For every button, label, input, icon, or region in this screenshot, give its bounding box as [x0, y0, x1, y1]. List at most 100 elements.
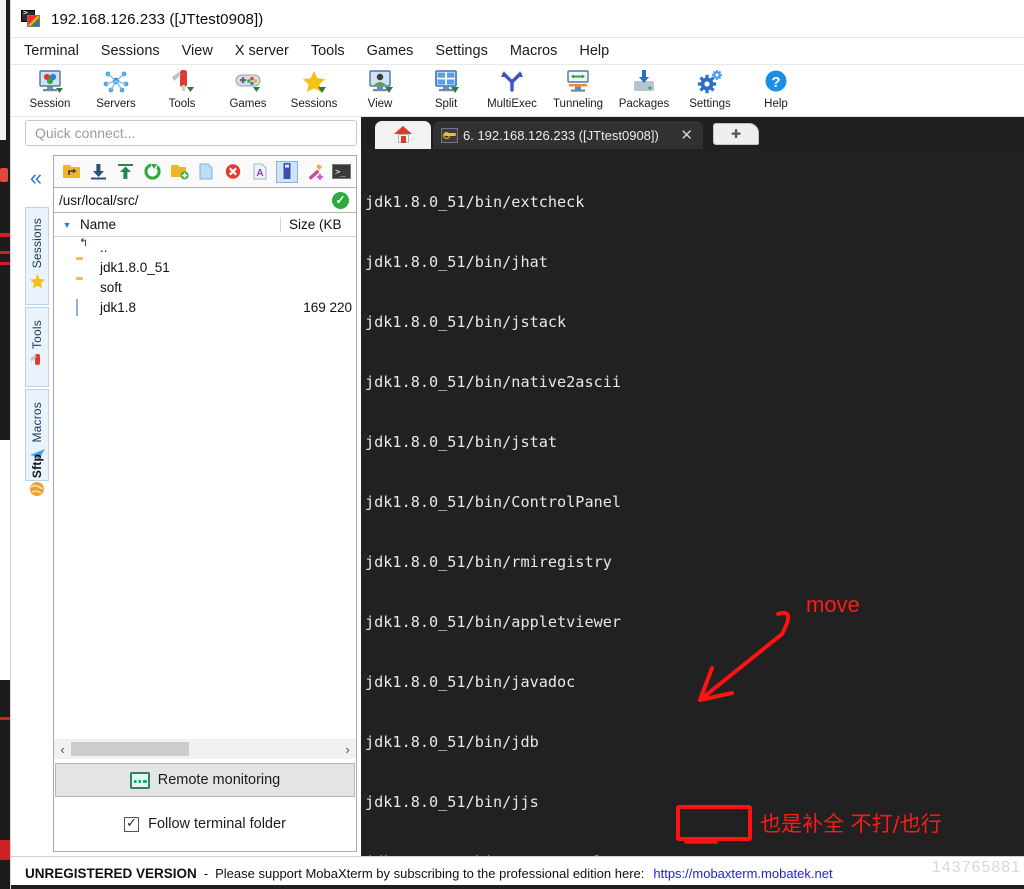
- view-icon: [366, 67, 394, 97]
- toolbar-button-settings[interactable]: Settings: [677, 65, 743, 117]
- svg-text:>_: >_: [335, 168, 346, 178]
- toolbar-label-settings: Settings: [689, 98, 731, 110]
- up-dir-icon: [76, 240, 94, 255]
- globe-icon: [29, 481, 45, 502]
- terminal-tab-active[interactable]: 6. 192.168.126.233 ([JTtest0908]) ✕: [433, 121, 703, 149]
- file-browser-path-bar[interactable]: /usr/local/src/ ✓: [54, 188, 356, 213]
- menu-macros[interactable]: Macros: [499, 38, 569, 64]
- new-file-icon[interactable]: [195, 161, 217, 183]
- sidebar-item-sftp[interactable]: Sftp: [25, 447, 49, 509]
- scroll-right-icon[interactable]: ›: [339, 742, 356, 757]
- toolbar-label-help: Help: [764, 98, 788, 110]
- left-sidebar-strip: « Sessions Tools Macros Sftp: [23, 155, 49, 500]
- star-icon: [29, 273, 46, 294]
- new-tab-button[interactable]: ✚: [713, 123, 759, 145]
- delete-icon[interactable]: [222, 161, 244, 183]
- menu-help[interactable]: Help: [568, 38, 620, 64]
- sftp-file-browser: A >_ /usr/local/src/ ✓ ▼ Name Size (KB .…: [53, 155, 357, 852]
- horizontal-scrollbar[interactable]: ‹ ›: [54, 739, 356, 759]
- quick-connect-field[interactable]: Quick connect...: [25, 120, 357, 146]
- key-icon: [441, 127, 458, 143]
- toolbar-label-view: View: [367, 98, 393, 110]
- toolbar-button-servers[interactable]: Servers: [83, 65, 149, 117]
- file-name: jdk1.8.0_51: [100, 259, 170, 275]
- follow-terminal-folder-row[interactable]: Follow terminal folder: [54, 809, 356, 839]
- mobaxterm-window: 192.168.126.233 ([JTtest0908]) Terminal …: [10, 0, 1024, 889]
- menu-bar: Terminal Sessions View X server Tools Ga…: [11, 38, 1024, 64]
- sidebar-item-sessions[interactable]: Sessions: [25, 207, 49, 305]
- scroll-left-icon[interactable]: ‹: [54, 742, 71, 757]
- menu-settings[interactable]: Settings: [424, 38, 498, 64]
- refresh-icon[interactable]: [141, 161, 163, 183]
- menu-view[interactable]: View: [171, 38, 224, 64]
- toolbar-label-session: Session: [29, 98, 71, 110]
- terminal-icon[interactable]: >_: [330, 161, 352, 183]
- toolbar-button-tools[interactable]: Tools: [149, 65, 215, 117]
- background-accent-1: [0, 168, 8, 182]
- list-item[interactable]: jdk1.8.0_51: [54, 257, 356, 277]
- menu-sessions[interactable]: Sessions: [90, 38, 171, 64]
- plus-icon: ✚: [730, 127, 742, 141]
- annotation-highlight-box: [676, 805, 752, 841]
- download-icon[interactable]: [87, 161, 109, 183]
- help-icon: ?: [762, 67, 790, 97]
- annotation-move-label: move: [806, 592, 860, 617]
- title-bar: 192.168.126.233 ([JTtest0908]): [11, 0, 1024, 38]
- permissions-icon[interactable]: [303, 161, 325, 183]
- menu-terminal[interactable]: Terminal: [11, 38, 90, 64]
- menu-games[interactable]: Games: [356, 38, 425, 64]
- status-link[interactable]: https://mobaxterm.mobatek.net: [653, 866, 832, 881]
- toolbar-button-view[interactable]: View: [347, 65, 413, 117]
- toolbar-label-tools: Tools: [168, 98, 196, 110]
- toolbar-label-packages: Packages: [618, 98, 670, 110]
- file-icon: [76, 298, 94, 316]
- text-edit-icon[interactable]: A: [249, 161, 271, 183]
- close-icon[interactable]: ✕: [680, 126, 693, 144]
- bookmark-icon[interactable]: [276, 160, 298, 183]
- swiss-knife-icon: [29, 353, 46, 374]
- window-title: 192.168.126.233 ([JTtest0908]): [51, 10, 264, 28]
- up-folder-icon[interactable]: [60, 161, 82, 183]
- svg-text:A: A: [256, 168, 263, 179]
- toolbar-button-session[interactable]: Session: [17, 65, 83, 117]
- tools-icon: [168, 67, 196, 97]
- list-item[interactable]: ..: [54, 237, 356, 257]
- scrollbar-thumb[interactable]: [71, 742, 189, 756]
- toolbar-button-games[interactable]: Games: [215, 65, 281, 117]
- sort-caret-icon[interactable]: ▼: [54, 220, 80, 230]
- toolbar-label-split: Split: [434, 98, 458, 110]
- settings-gear-icon: [696, 67, 724, 97]
- toolbar-button-sessions[interactable]: Sessions: [281, 65, 347, 117]
- upload-icon[interactable]: [114, 161, 136, 183]
- column-header-name[interactable]: Name: [80, 217, 280, 232]
- column-header-size[interactable]: Size (KB: [280, 217, 356, 232]
- list-item[interactable]: jdk1.8 169 220: [54, 297, 356, 317]
- remote-monitoring-label: Remote monitoring: [157, 772, 281, 788]
- home-tab[interactable]: [375, 121, 431, 149]
- terminal-output[interactable]: jdk1.8.0_51/bin/extcheck jdk1.8.0_51/bin…: [361, 149, 1024, 856]
- menu-tools[interactable]: Tools: [300, 38, 356, 64]
- status-message: Please support MobaXterm by subscribing …: [215, 865, 645, 881]
- background-accent-5: [0, 717, 10, 720]
- list-item[interactable]: soft: [54, 277, 356, 297]
- follow-terminal-folder-checkbox[interactable]: [124, 815, 140, 832]
- toolbar-label-sessions: Sessions: [290, 98, 338, 110]
- toolbar-button-help[interactable]: ? Help: [743, 65, 809, 117]
- toolbar-button-tunneling[interactable]: Tunneling: [545, 65, 611, 117]
- toolbar-button-split[interactable]: Split: [413, 65, 479, 117]
- new-folder-icon[interactable]: [168, 161, 190, 183]
- double-chevron-left-icon[interactable]: «: [23, 165, 49, 191]
- follow-terminal-folder-label: Follow terminal folder: [148, 816, 286, 832]
- file-name: jdk1.8: [100, 299, 137, 315]
- remote-monitoring-button[interactable]: Remote monitoring: [55, 763, 355, 797]
- folder-icon: [76, 260, 94, 275]
- status-dash: -: [203, 865, 209, 881]
- monitor-graph-icon: [129, 771, 150, 789]
- toolbar-button-packages[interactable]: Packages: [611, 65, 677, 117]
- packages-icon: [630, 67, 658, 97]
- file-list[interactable]: .. jdk1.8.0_51 soft jdk1.8 169 220: [54, 237, 356, 735]
- toolbar-button-multiexec[interactable]: MultiExec: [479, 65, 545, 117]
- menu-x-server[interactable]: X server: [224, 38, 300, 64]
- watermark: 143765881: [931, 859, 1021, 876]
- sidebar-item-tools[interactable]: Tools: [25, 307, 49, 387]
